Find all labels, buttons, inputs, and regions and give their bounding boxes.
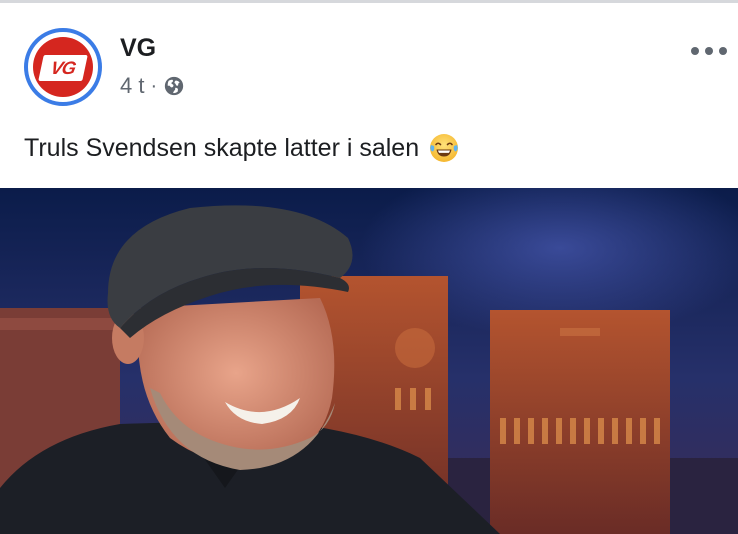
- meta-separator: ·: [150, 74, 158, 97]
- post-photo[interactable]: [0, 188, 738, 534]
- post-header: VG VG 4 t ·: [0, 3, 738, 113]
- vg-logo-text: VG: [48, 57, 78, 78]
- face-with-tears-of-joy-icon: [430, 134, 459, 162]
- globe-icon[interactable]: [163, 75, 185, 97]
- post-timestamp[interactable]: 4 t: [120, 73, 144, 99]
- post-meta: 4 t ·: [120, 73, 185, 99]
- vg-logo: VG: [33, 37, 93, 97]
- page-name[interactable]: VG: [120, 34, 156, 63]
- post-message: Truls Svendsen skapte latter i salen: [24, 133, 420, 162]
- post-text: Truls Svendsen skapte latter i salen: [24, 132, 460, 164]
- more-options-icon[interactable]: [691, 38, 727, 64]
- avatar[interactable]: VG: [24, 28, 102, 106]
